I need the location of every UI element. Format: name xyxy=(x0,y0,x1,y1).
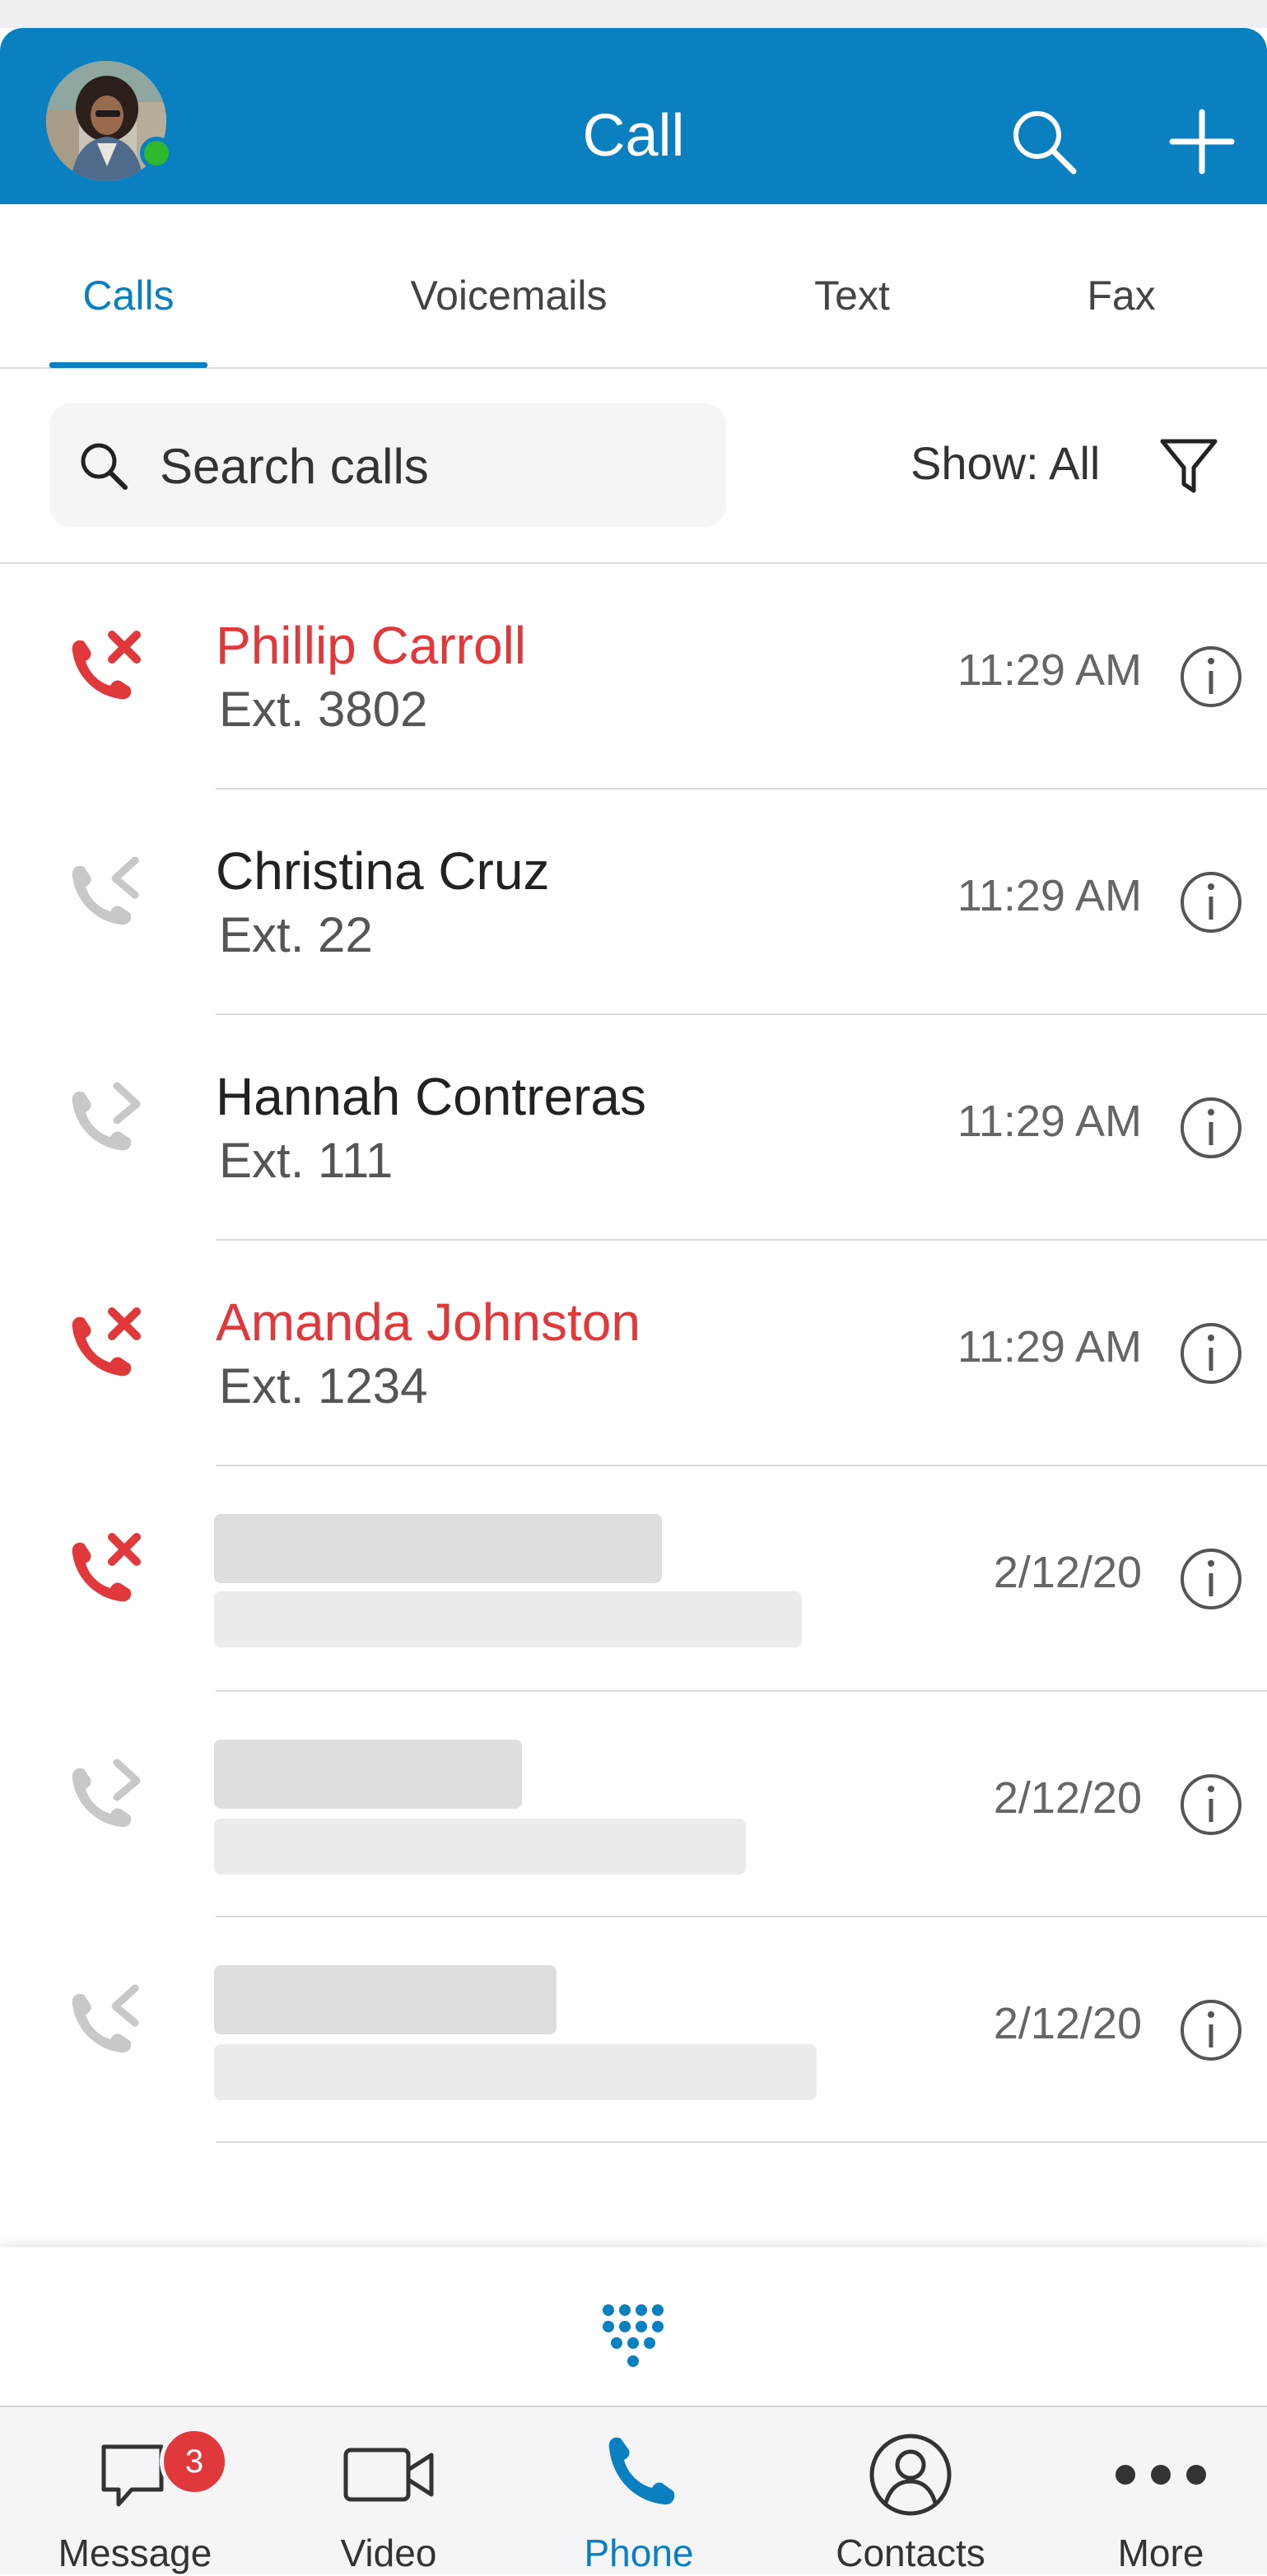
nav-label: Phone xyxy=(584,2532,694,2574)
tab-bar: Calls Voicemails Text Fax xyxy=(0,204,1267,369)
call-time: 2/12/20 xyxy=(993,1999,1142,2048)
tab-fax[interactable]: Fax xyxy=(1055,272,1187,319)
outgoing-call-icon xyxy=(72,1082,141,1151)
video-icon xyxy=(343,2448,434,2502)
contacts-icon xyxy=(869,2434,952,2516)
nav-message[interactable]: 3 Message xyxy=(12,2407,259,2576)
missed-call-icon xyxy=(72,1307,141,1377)
caller-name: Phillip Carroll xyxy=(216,616,526,675)
filter-label[interactable]: Show: All xyxy=(911,436,1100,490)
call-time: 11:29 AM xyxy=(957,871,1142,920)
caller-extension: Ext. 111 xyxy=(219,1133,394,1188)
call-row-placeholder[interactable]: 2/12/20 xyxy=(0,1692,1267,1917)
skeleton-detail xyxy=(214,1591,802,1647)
info-icon[interactable] xyxy=(1179,1321,1243,1386)
call-time: 11:29 AM xyxy=(957,1322,1142,1372)
plus-icon xyxy=(1169,109,1235,175)
call-row-placeholder[interactable]: 2/12/20 xyxy=(0,1917,1267,2143)
search-icon xyxy=(81,443,128,490)
call-row[interactable]: Amanda Johnston Ext. 1234 11:29 AM xyxy=(0,1241,1267,1466)
caller-name: Christina Cruz xyxy=(216,841,550,901)
nav-label: Video xyxy=(340,2532,437,2574)
caller-name: Hannah Contreras xyxy=(216,1067,646,1126)
call-row[interactable]: Christina Cruz Ext. 22 11:29 AM xyxy=(0,790,1267,1015)
incoming-call-icon xyxy=(72,856,139,925)
tab-calls[interactable]: Calls xyxy=(49,272,207,319)
skeleton-detail xyxy=(214,2044,817,2100)
bottom-nav: 3 Message Video Phone Contacts More xyxy=(0,2406,1267,2574)
info-icon[interactable] xyxy=(1179,870,1243,934)
info-icon[interactable] xyxy=(1179,1772,1243,1837)
skeleton-detail xyxy=(214,1819,746,1875)
info-icon[interactable] xyxy=(1179,1998,1243,2062)
nav-label: More xyxy=(1117,2532,1204,2574)
tab-voicemails[interactable]: Voicemails xyxy=(362,272,655,319)
caller-extension: Ext. 22 xyxy=(219,907,373,962)
app-header: Call xyxy=(0,28,1267,204)
search-icon xyxy=(1013,111,1077,175)
caller-name: Amanda Johnston xyxy=(216,1293,640,1352)
add-button[interactable] xyxy=(1161,100,1243,183)
info-icon[interactable] xyxy=(1179,1547,1243,1611)
skeleton-name xyxy=(214,1965,557,2034)
skeleton-name xyxy=(214,1740,522,1809)
call-time: 2/12/20 xyxy=(993,1548,1142,1597)
missed-call-icon xyxy=(72,1533,141,1602)
more-icon xyxy=(1116,2465,1206,2485)
nav-label: Contacts xyxy=(836,2532,985,2574)
filter-icon[interactable] xyxy=(1158,435,1220,497)
phone-icon xyxy=(608,2437,675,2505)
incoming-call-icon xyxy=(72,1984,139,2053)
call-row-placeholder[interactable]: 2/12/20 xyxy=(0,1466,1267,1692)
unread-badge: 3 xyxy=(160,2427,229,2496)
search-button[interactable] xyxy=(1003,100,1085,183)
row-divider xyxy=(216,2141,1267,2143)
call-time: 11:29 AM xyxy=(957,645,1142,695)
tab-text[interactable]: Text xyxy=(774,272,930,319)
info-icon[interactable] xyxy=(1179,645,1243,709)
nav-label: Message xyxy=(58,2532,212,2574)
nav-more[interactable]: More xyxy=(1037,2407,1267,2576)
nav-video[interactable]: Video xyxy=(265,2407,512,2576)
call-row[interactable]: Hannah Contreras Ext. 111 11:29 AM xyxy=(0,1015,1267,1241)
skeleton-name xyxy=(214,1514,662,1583)
caller-extension: Ext. 1234 xyxy=(219,1358,428,1414)
call-row[interactable]: Phillip Carroll Ext. 3802 11:29 AM xyxy=(0,564,1267,790)
missed-call-icon xyxy=(72,631,141,700)
nav-phone[interactable]: Phone xyxy=(515,2407,762,2576)
dialpad-icon[interactable] xyxy=(596,2302,670,2371)
dialpad-bar xyxy=(0,2248,1267,2406)
search-placeholder: Search calls xyxy=(160,439,429,494)
call-time: 11:29 AM xyxy=(957,1097,1142,1146)
active-tab-indicator xyxy=(49,362,207,368)
outgoing-call-icon xyxy=(72,1758,141,1828)
search-input[interactable]: Search calls xyxy=(49,403,726,527)
nav-contacts[interactable]: Contacts xyxy=(787,2407,1034,2576)
caller-extension: Ext. 3802 xyxy=(219,682,428,737)
info-icon[interactable] xyxy=(1179,1096,1243,1160)
status-strip xyxy=(0,0,1267,28)
call-time: 2/12/20 xyxy=(993,1773,1142,1823)
